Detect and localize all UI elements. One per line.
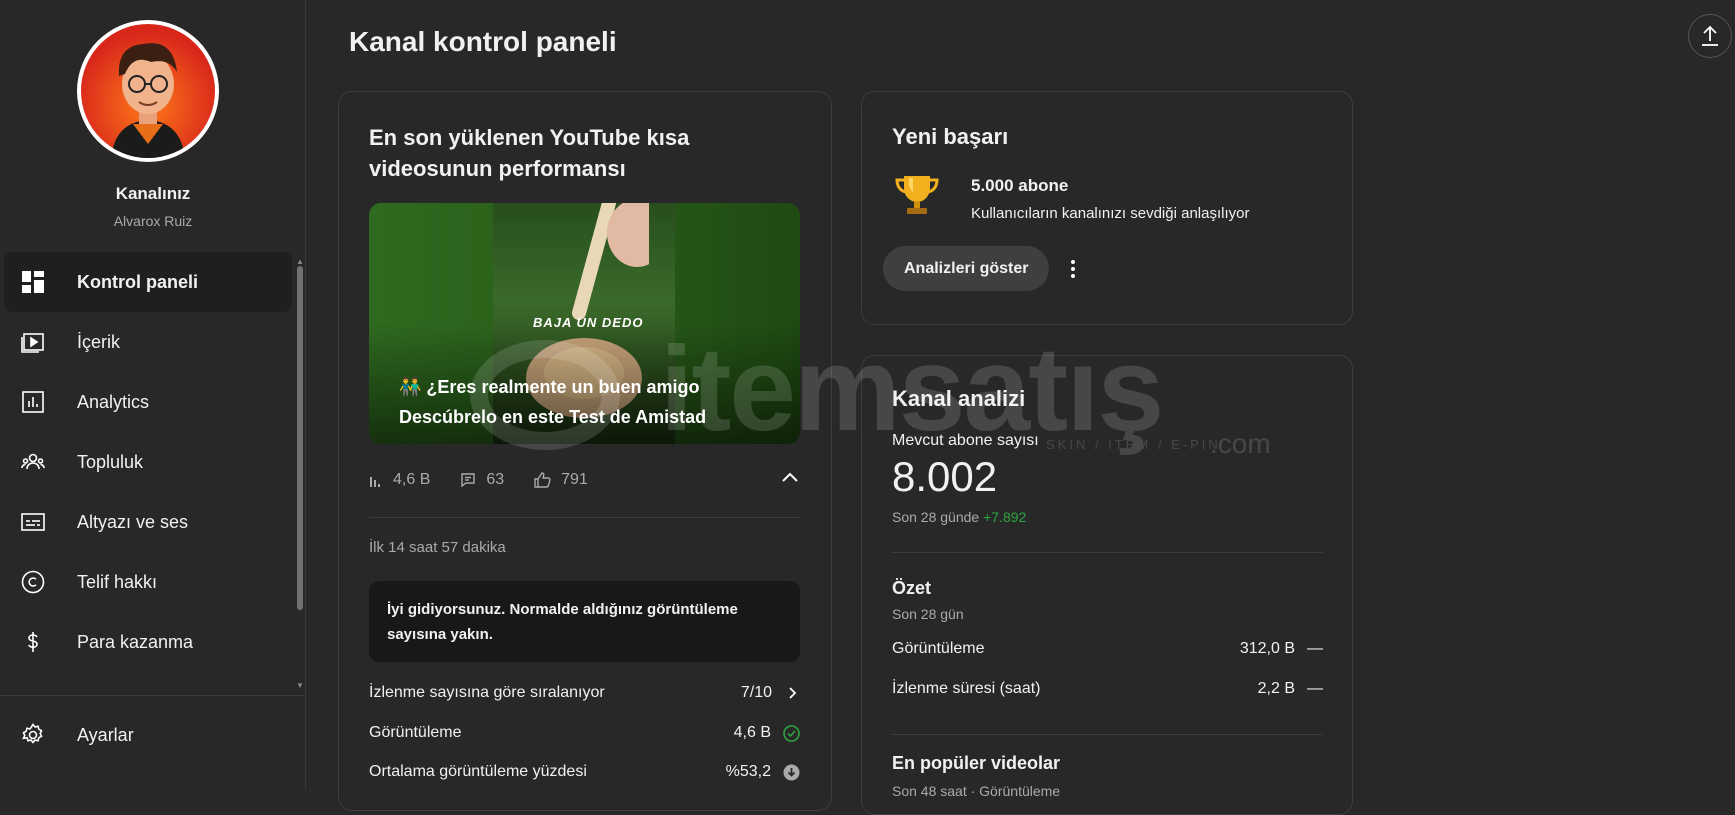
dollar-icon [20,629,46,655]
sidebar-divider [0,695,306,696]
comment-icon [461,473,476,488]
collapse-button[interactable] [780,468,800,493]
performance-note: İyi gidiyorsunuz. Normalde aldığınız gör… [369,581,800,662]
channel-analytics-card: Kanal analizi Mevcut abone sayısı 8.002 … [861,355,1353,815]
latest-short-card: En son yüklenen YouTube kısa videosunun … [338,91,832,811]
trophy-icon [895,176,939,214]
sidebar-item-analytics[interactable]: Analytics [0,372,296,432]
sidebar-item-label: Para kazanma [77,631,194,652]
elapsed-time: İlk 14 saat 57 dakika [369,539,506,556]
gear-icon [20,722,46,748]
comments-stat: 63 [460,471,504,489]
popular-videos-title: En popüler videolar [892,753,1061,773]
metric-views: Görüntüleme 4,6 B [369,721,800,745]
sidebar-item-label: Altyazı ve ses [77,511,189,532]
summary-period: Son 28 gün [892,606,964,622]
scroll-thumb[interactable] [297,266,303,610]
subscribers-label: Mevcut abone sayısı [892,432,1039,449]
sidebar-item-label: Topluluk [77,451,144,472]
sidebar: Kanalınız Alvarox Ruiz Kontrol paneli İç… [0,0,306,790]
achievement-card: Yeni başarı 5.000 abone Kullanıcıların k… [861,91,1353,325]
copyright-icon [20,569,46,595]
check-circle-icon [783,724,800,742]
subtitles-icon [20,509,46,535]
summary-row-watch-time: İzlenme süresi (saat) 2,2 B — [892,680,1323,697]
short-stats: 4,6 B 63 791 [369,468,800,492]
popular-videos-subtitle: Son 48 saat · Görüntüleme [892,783,1061,799]
content-icon [20,329,46,355]
sidebar-item-content[interactable]: İçerik [0,312,296,372]
latest-short-title: En son yüklenen YouTube kısa videosunun … [369,125,690,181]
sidebar-item-subtitles[interactable]: Altyazı ve ses [0,492,296,552]
analytics-title: Kanal analizi [892,386,1026,411]
sidebar-nav: Kontrol paneli İçerik Analytics Topluluk… [0,252,296,692]
divider [369,517,800,518]
summary-title: Özet [892,578,932,598]
sidebar-scrollbar[interactable]: ▲ ▼ [296,258,304,690]
sidebar-item-monetization[interactable]: Para kazanma [0,612,296,672]
short-thumbnail[interactable]: BAJA UN DEDO 👬 ¿Eres realmente un buen a… [369,203,800,444]
upload-button[interactable] [1688,14,1732,58]
community-icon [20,449,46,475]
sidebar-item-label: Analytics [77,391,150,412]
bar-chart-icon [370,477,380,487]
achievement-headline: 5.000 abone [971,176,1069,195]
thumbnail-caption: 👬 ¿Eres realmente un buen amigo Descúbre… [399,377,707,427]
dashboard-icon [20,269,46,295]
summary-row-views: Görüntüleme 312,0 B — [892,640,1323,657]
subscribers-value: 8.002 [892,453,998,500]
metric-avg-view-percent: Ortalama görüntüleme yüzdesi %53,2 [369,760,800,784]
sidebar-item-label: Ayarlar [77,724,134,745]
chevron-right-icon [789,687,797,699]
sidebar-item-community[interactable]: Topluluk [0,432,296,492]
chevron-up-icon [782,472,798,482]
sidebar-item-label: Telif hakkı [77,571,158,592]
channel-title: Kanalınız [115,184,191,203]
achievement-title: Yeni başarı [892,124,1009,149]
divider [892,552,1323,553]
divider [892,734,1323,735]
metric-ranking[interactable]: İzlenme sayısına göre sıralanıyor 7/10 [369,681,800,705]
scroll-up-icon[interactable]: ▲ [296,258,304,266]
thumbnail-tag: BAJA UN DEDO [533,315,644,330]
views-stat: 4,6 B [369,471,430,489]
sidebar-item-settings[interactable]: Ayarlar [0,705,296,765]
analytics-icon [20,389,46,415]
thumbs-up-icon [534,472,551,488]
sidebar-item-label: Kontrol paneli [77,271,198,292]
page-title: Kanal kontrol paneli [349,26,617,57]
upload-icon [1702,25,1718,46]
show-analytics-button[interactable]: Analizleri göster [883,246,1050,291]
channel-handle: Alvarox Ruiz [113,213,193,229]
down-circle-icon [783,764,800,780]
sidebar-item-label: İçerik [77,331,121,352]
more-options-icon[interactable] [1069,258,1077,280]
likes-stat: 791 [534,471,588,489]
channel-avatar[interactable] [77,20,219,162]
sidebar-item-dashboard[interactable]: Kontrol paneli [4,252,292,312]
sidebar-item-copyright[interactable]: Telif hakkı [0,552,296,612]
scroll-down-icon[interactable]: ▼ [296,682,304,690]
subscribers-delta: Son 28 günde +7.892 [892,509,1027,525]
achievement-subtitle: Kullanıcıların kanalınızı sevdiği anlaşı… [971,205,1250,222]
